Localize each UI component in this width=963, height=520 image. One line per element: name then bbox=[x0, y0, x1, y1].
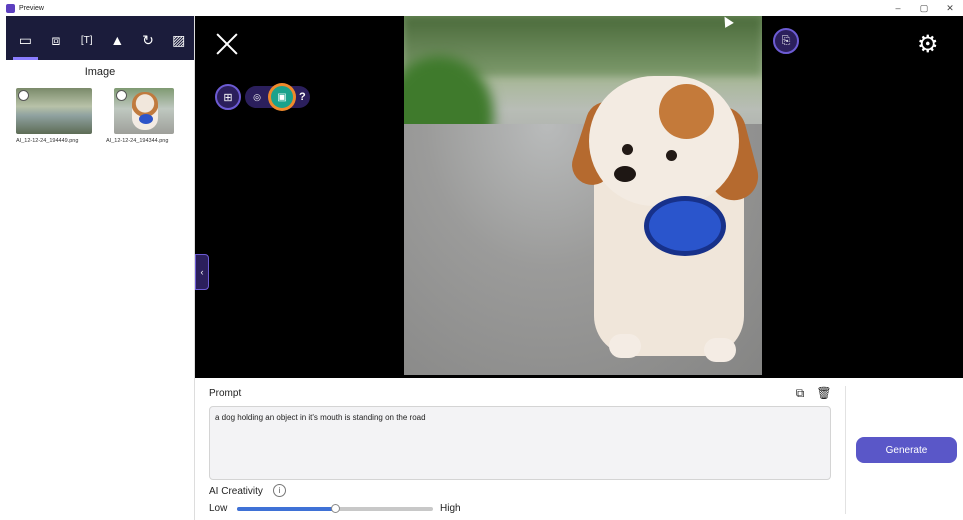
collapse-pane-button[interactable]: ‹ bbox=[195, 254, 209, 290]
panel-divider bbox=[845, 386, 846, 514]
creativity-slider[interactable] bbox=[237, 504, 433, 513]
refresh-icon: ↻ bbox=[142, 31, 154, 48]
tab-refresh[interactable]: ↻ bbox=[133, 20, 164, 60]
close-window-button[interactable]: ✕ bbox=[937, 3, 963, 14]
left-pane: ▭ ⧈ [T] ▲ ↻ ▨ Image AI_12-12-24_194449.p… bbox=[6, 16, 195, 520]
tab-drive[interactable]: ▲ bbox=[102, 20, 133, 60]
dog-eye-right bbox=[666, 150, 677, 161]
gear-icon: ⚙ bbox=[917, 31, 939, 58]
dog-eye-left bbox=[622, 144, 633, 155]
media-tab-bar: ▭ ⧈ [T] ▲ ↻ ▨ bbox=[6, 16, 194, 60]
image-viewer: ⊞ ◎ ▣ ? ⎘ ⚙ ‹ bbox=[195, 14, 963, 378]
tool-row: ⊞ ◎ ▣ ? bbox=[215, 84, 310, 110]
camera-icon: ◎ bbox=[253, 91, 261, 102]
save-icon: ⎘ bbox=[781, 34, 791, 47]
thumbnail-list: AI_12-12-24_194449.png AI_12-12-24_19434… bbox=[6, 78, 194, 144]
tab-image[interactable]: ▭ bbox=[10, 20, 41, 60]
generate-button[interactable]: Generate bbox=[856, 437, 957, 463]
chevron-left-icon: ‹ bbox=[200, 267, 204, 277]
minimize-button[interactable]: – bbox=[885, 3, 911, 13]
ai-creativity-label: AI Creativity bbox=[209, 486, 263, 497]
slider-low-label: Low bbox=[209, 503, 228, 514]
app-icon bbox=[6, 3, 15, 13]
select-radio[interactable] bbox=[116, 90, 127, 101]
copy-icon[interactable]: ⧉ bbox=[793, 386, 807, 400]
window-controls: – ▢ ✕ bbox=[885, 0, 963, 16]
thumbnail-image[interactable] bbox=[16, 88, 92, 134]
settings-button[interactable]: ⚙ bbox=[917, 30, 939, 59]
thumbnail-filename: AI_12-12-24_194344.png bbox=[106, 138, 169, 144]
video-icon: ⧈ bbox=[51, 31, 61, 48]
thumbnail-ring bbox=[139, 114, 153, 124]
thumbnail-item[interactable]: AI_12-12-24_194449.png bbox=[16, 88, 92, 144]
generated-image bbox=[404, 16, 762, 375]
tab-text-capture[interactable]: [T] bbox=[71, 20, 102, 60]
dog-paw bbox=[609, 334, 641, 358]
window-title: Preview bbox=[19, 4, 44, 12]
thumbnail-dog bbox=[132, 92, 158, 130]
save-button[interactable]: ⎘ bbox=[773, 28, 799, 54]
thumbnail-image[interactable] bbox=[114, 88, 174, 134]
text-capture-icon: [T] bbox=[80, 34, 93, 46]
select-radio[interactable] bbox=[18, 90, 29, 101]
slider-high-label: High bbox=[440, 503, 461, 514]
prompt-panel: Prompt ⧉ 🗑 a dog holding an object in it… bbox=[199, 380, 963, 520]
info-icon[interactable]: i bbox=[273, 484, 286, 497]
gallery-icon: ▨ bbox=[172, 31, 186, 48]
slider-thumb[interactable] bbox=[331, 504, 340, 513]
camera-button[interactable]: ◎ bbox=[249, 89, 265, 105]
thumbnail-item[interactable]: AI_12-12-24_194344.png bbox=[106, 88, 182, 144]
prompt-label: Prompt bbox=[209, 388, 242, 399]
thumbnail-filename: AI_12-12-24_194449.png bbox=[16, 138, 79, 144]
tab-video[interactable]: ⧈ bbox=[41, 20, 72, 60]
help-icon: ? bbox=[299, 91, 306, 103]
dog-nose bbox=[614, 166, 636, 182]
dog-patch bbox=[659, 84, 714, 139]
add-image-button[interactable]: ⊞ bbox=[215, 84, 241, 110]
image-source-button[interactable]: ▣ bbox=[269, 84, 295, 110]
add-image-icon: ⊞ bbox=[223, 91, 233, 104]
image-icon: ▭ bbox=[18, 31, 32, 48]
drive-icon: ▲ bbox=[110, 32, 125, 48]
picture-icon: ▣ bbox=[277, 91, 287, 103]
pane-title: Image bbox=[84, 66, 116, 78]
close-icon[interactable] bbox=[215, 32, 239, 56]
source-toolbar: ◎ ▣ ? bbox=[245, 84, 310, 110]
slider-fill bbox=[237, 507, 335, 511]
tab-gallery[interactable]: ▨ bbox=[163, 20, 194, 60]
window-titlebar: Preview – ▢ ✕ bbox=[0, 0, 963, 16]
dog-paw bbox=[704, 338, 736, 362]
maximize-button[interactable]: ▢ bbox=[911, 3, 937, 14]
prompt-textarea[interactable]: a dog holding an object in it's mouth is… bbox=[209, 406, 831, 480]
trash-icon[interactable]: 🗑 bbox=[816, 386, 831, 400]
help-button[interactable]: ? bbox=[299, 91, 306, 103]
blue-ring-toy bbox=[644, 196, 726, 256]
